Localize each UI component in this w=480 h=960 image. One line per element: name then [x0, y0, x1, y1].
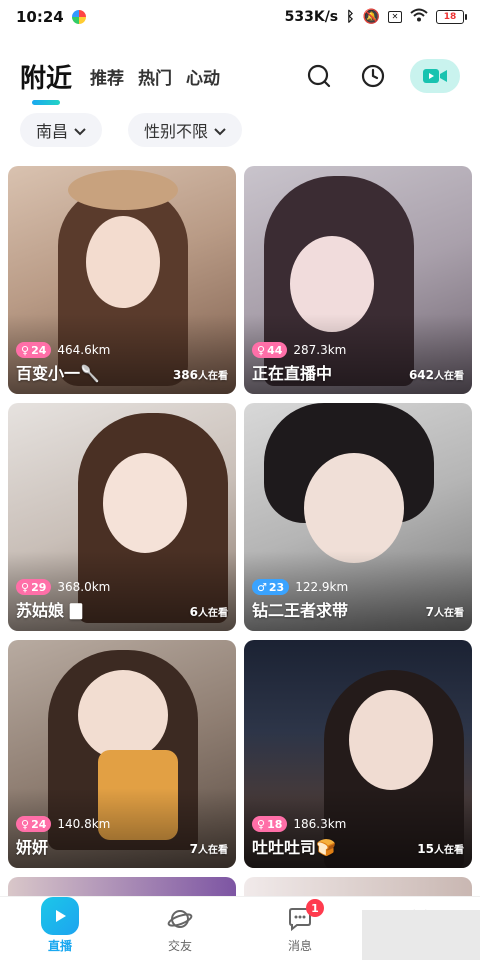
nav-label: 交友 [167, 939, 192, 953]
age-badge: ♀ 24 [16, 342, 52, 358]
streamer-name: 吐吐吐司🍞 [252, 838, 336, 857]
video-camera-icon[interactable] [410, 59, 460, 93]
viewer-count: 386人在看 [172, 368, 228, 382]
mute-icon: 🔕 [362, 9, 380, 25]
live-card[interactable]: ♀ 18 186.3km 吐吐吐司🍞 15人在看 [244, 640, 472, 868]
streamer-name: 正在直播中 [252, 364, 333, 383]
status-bar: 10:24 533K/s ᛒ 🔕 ✕ 18 [0, 0, 480, 34]
age-badge: ♂ 23 [252, 579, 290, 595]
viewer-count: 642人在看 [408, 368, 464, 382]
gender-filter-label: 性别不限 [144, 122, 209, 141]
distance-label: 464.6km [57, 343, 111, 357]
search-icon[interactable] [302, 59, 336, 93]
viewer-count: 7人在看 [425, 605, 464, 619]
bluetooth-icon: ᛒ [346, 9, 355, 25]
streamer-name: 钻二王者求带 [252, 601, 349, 620]
card-meta: ♀ 29 368.0km [16, 579, 110, 595]
viewer-count: 15人在看 [417, 842, 464, 856]
tab-nearby[interactable]: 附近 [20, 58, 73, 105]
nav-friends[interactable]: 交友 [120, 897, 240, 960]
live-stream-grid: ♀ 24 464.6km 百变小一🥄 386人在看 ♀ 44 287.3km 正在直… [8, 166, 472, 897]
nav-label: 直播 [47, 939, 72, 953]
nav-label: 消息 [287, 939, 312, 953]
city-filter-label: 南昌 [36, 122, 69, 141]
tab-hot[interactable]: 热门 [138, 64, 172, 89]
age-badge: ♀ 18 [252, 816, 288, 832]
overlay-corner [362, 910, 480, 960]
tab-recommend[interactable]: 推荐 [90, 64, 124, 89]
card-meta: ♀ 44 287.3km [252, 342, 346, 358]
live-card[interactable]: ♀ 29 368.0km 苏姑娘 🀫 6人在看 [8, 403, 236, 631]
unread-badge: 1 [306, 899, 324, 917]
filter-bar: 南昌 性别不限 [20, 113, 243, 147]
card-meta: ♀ 24 464.6km [16, 342, 110, 358]
battery-icon: 18 [436, 10, 467, 24]
wifi-icon [410, 8, 428, 26]
tab-crush[interactable]: 心动 [186, 64, 220, 89]
live-card-partial[interactable] [244, 877, 472, 897]
history-icon[interactable] [356, 59, 390, 93]
chevron-down-icon [74, 121, 86, 140]
chevron-down-icon [214, 121, 226, 140]
sim-icon: ✕ [388, 11, 402, 23]
live-card[interactable]: ♀ 24 464.6km 百变小一🥄 386人在看 [8, 166, 236, 394]
live-card-partial[interactable] [8, 877, 236, 897]
streamer-name: 苏姑娘 🀫 [16, 601, 83, 620]
streamer-name: 百变小一🥄 [16, 364, 100, 383]
distance-label: 140.8km [57, 817, 111, 831]
card-meta: ♀ 18 186.3km [252, 816, 346, 832]
distance-label: 287.3km [293, 343, 347, 357]
app-notification-icon [71, 10, 86, 24]
live-card[interactable]: ♀ 44 287.3km 正在直播中 642人在看 [244, 166, 472, 394]
age-badge: ♀ 29 [16, 579, 52, 595]
tab-label: 附近 [20, 63, 73, 94]
live-home-icon [41, 897, 79, 935]
distance-label: 122.9km [295, 580, 349, 594]
live-card[interactable]: ♀ 24 140.8km 妍妍 7人在看 [8, 640, 236, 868]
age-badge: ♀ 24 [16, 816, 52, 832]
status-time: 10:24 [16, 8, 64, 26]
distance-label: 186.3km [293, 817, 347, 831]
network-speed: 533K/s [284, 9, 339, 25]
age-badge: ♀ 44 [252, 342, 288, 358]
active-tab-indicator [32, 99, 60, 105]
nav-messages[interactable]: 1 消息 [240, 897, 360, 960]
card-meta: ♀ 24 140.8km [16, 816, 110, 832]
viewer-count: 7人在看 [189, 842, 228, 856]
card-meta: ♂ 23 122.9km [252, 579, 348, 595]
viewer-count: 6人在看 [189, 605, 228, 619]
gender-filter-dropdown[interactable]: 性别不限 [128, 113, 243, 147]
planet-icon [165, 904, 195, 934]
nav-live[interactable]: 直播 [0, 897, 120, 960]
live-card[interactable]: ♂ 23 122.9km 钻二王者求带 7人在看 [244, 403, 472, 631]
bottom-navigation: 直播 交友 1 消息 关注 [0, 896, 480, 960]
streamer-name: 妍妍 [16, 838, 49, 857]
city-filter-dropdown[interactable]: 南昌 [20, 113, 103, 147]
distance-label: 368.0km [57, 580, 111, 594]
top-tab-bar: 附近 推荐 热门 心动 [0, 50, 480, 105]
